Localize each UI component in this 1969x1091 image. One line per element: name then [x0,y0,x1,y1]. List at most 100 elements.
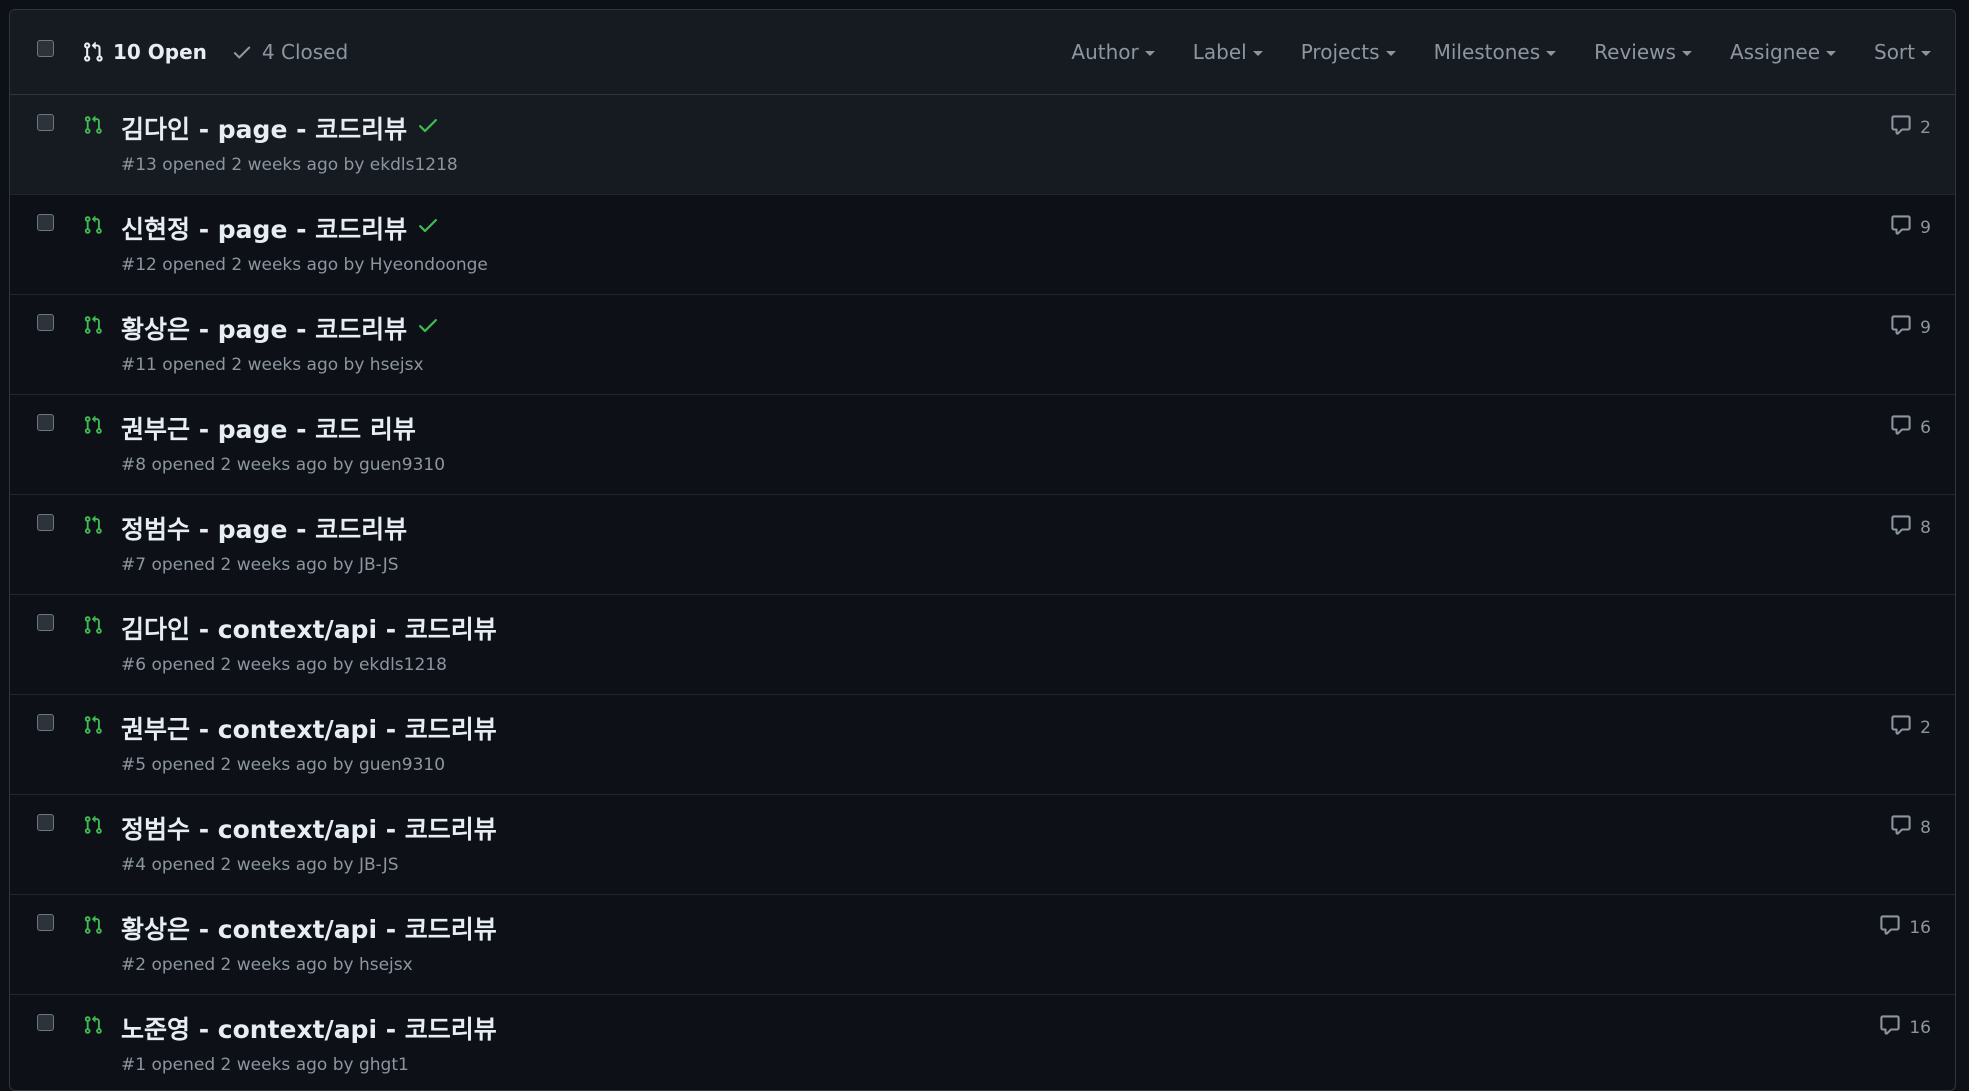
row-checkbox[interactable] [37,814,54,831]
select-all-checkbox[interactable] [37,40,54,57]
pull-request-title-link[interactable]: 신현정 - page - 코드리뷰 [121,210,440,246]
sort-filter[interactable]: Sort [1874,40,1931,64]
pull-request-title: 노준영 - context/api - 코드리뷰 [121,1015,497,1044]
pull-request-title: 황상은 - page - 코드리뷰 [121,315,408,344]
pull-request-row[interactable]: 권부근 - page - 코드 리뷰 #8 opened 2 weeks ago … [10,395,1955,495]
pull-request-number: #1 [121,1055,147,1075]
git-pull-request-icon [83,1014,103,1040]
row-checkbox[interactable] [37,514,54,531]
reviews-filter[interactable]: Reviews [1594,40,1692,64]
comment-count: 8 [1920,817,1931,838]
author-link[interactable]: JB-JS [359,855,399,875]
pull-request-title: 김다인 - context/api - 코드리뷰 [121,615,497,644]
pull-request-number: #8 [121,455,147,475]
comment-count: 6 [1920,417,1931,438]
pull-request-meta: #1 opened 2 weeks ago by ghgt1 [121,1055,409,1075]
row-checkbox[interactable] [37,114,54,131]
pull-request-number: #5 [121,755,147,775]
pull-request-number: #6 [121,655,147,675]
row-checkbox[interactable] [37,714,54,731]
sort-filter-label: Sort [1874,40,1915,64]
label-filter[interactable]: Label [1193,40,1263,64]
comments-link[interactable]: 8 [1890,814,1931,841]
row-checkbox[interactable] [37,214,54,231]
pull-request-number: #2 [121,955,147,975]
pull-request-row[interactable]: 노준영 - context/api - 코드리뷰 #1 opened 2 week… [10,995,1955,1090]
git-pull-request-icon [83,814,103,840]
pull-request-number: #12 [121,255,157,275]
comment-icon [1890,114,1912,141]
pull-request-meta: #8 opened 2 weeks ago by guen9310 [121,455,445,475]
comments-link[interactable]: 9 [1890,214,1931,241]
check-icon [416,313,440,343]
comments-link[interactable]: 2 [1890,114,1931,141]
milestones-filter[interactable]: Milestones [1434,40,1557,64]
pull-request-title-link[interactable]: 정범수 - context/api - 코드리뷰 [121,810,497,846]
comments-link[interactable]: 6 [1890,414,1931,441]
comment-icon [1890,414,1912,441]
author-link[interactable]: ghgt1 [359,1055,409,1075]
pull-request-title-link[interactable]: 황상은 - context/api - 코드리뷰 [121,910,497,946]
pull-request-title-link[interactable]: 권부근 - page - 코드 리뷰 [121,410,416,446]
pull-request-title-link[interactable]: 김다인 - context/api - 코드리뷰 [121,610,497,646]
caret-down-icon [1681,50,1692,56]
author-link[interactable]: hsejsx [370,355,424,375]
row-checkbox[interactable] [37,314,54,331]
git-pull-request-icon [83,114,103,140]
author-link[interactable]: Hyeondoonge [370,255,488,275]
pull-request-row[interactable]: 정범수 - page - 코드리뷰 #7 opened 2 weeks ago b… [10,495,1955,595]
row-checkbox[interactable] [37,914,54,931]
pull-request-title-link[interactable]: 황상은 - page - 코드리뷰 [121,310,440,346]
opened-text: opened 2 weeks ago by [151,855,354,875]
pull-request-meta: #12 opened 2 weeks ago by Hyeondoonge [121,255,488,275]
comments-link[interactable]: 2 [1890,714,1931,741]
caret-down-icon [1826,50,1836,56]
row-checkbox[interactable] [37,1014,54,1031]
pull-request-title-link[interactable]: 권부근 - context/api - 코드리뷰 [121,710,497,746]
pull-request-row[interactable]: 권부근 - context/api - 코드리뷰 #5 opened 2 week… [10,695,1955,795]
open-tab[interactable]: 10 Open [82,40,207,64]
opened-text: opened 2 weeks ago by [162,355,365,375]
pull-request-meta: #2 opened 2 weeks ago by hsejsx [121,955,413,975]
pull-request-meta: #5 opened 2 weeks ago by guen9310 [121,755,445,775]
author-link[interactable]: guen9310 [359,455,445,475]
pull-request-row[interactable]: 황상은 - context/api - 코드리뷰 #2 opened 2 week… [10,895,1955,995]
author-link[interactable]: ekdls1218 [359,655,447,675]
pull-request-meta: #4 opened 2 weeks ago by JB-JS [121,855,399,875]
closed-tab[interactable]: 4 Closed [231,40,348,64]
pull-request-row[interactable]: 신현정 - page - 코드리뷰 #12 opened 2 weeks ago … [10,195,1955,295]
assignee-filter[interactable]: Assignee [1730,40,1836,64]
row-checkbox[interactable] [37,614,54,631]
author-link[interactable]: hsejsx [359,955,413,975]
author-filter[interactable]: Author [1071,40,1155,64]
comments-link[interactable]: 16 [1879,1014,1931,1041]
opened-text: opened 2 weeks ago by [151,955,354,975]
pull-request-meta: #11 opened 2 weeks ago by hsejsx [121,355,424,375]
pull-request-title-link[interactable]: 정범수 - page - 코드리뷰 [121,510,407,546]
comments-link[interactable]: 9 [1890,314,1931,341]
author-link[interactable]: JB-JS [359,555,399,575]
author-link[interactable]: ekdls1218 [370,155,458,175]
list-header: 10 Open 4 Closed Author Label Projects M… [10,10,1955,95]
comments-link[interactable]: 8 [1890,514,1931,541]
assignee-filter-label: Assignee [1729,40,1820,64]
pull-request-rows: 김다인 - page - 코드리뷰 #13 opened 2 weeks ago … [10,95,1955,1090]
git-pull-request-icon [83,514,103,540]
comments-link[interactable]: 16 [1879,914,1931,941]
comment-count: 2 [1920,117,1931,138]
projects-filter[interactable]: Projects [1301,40,1396,64]
git-pull-request-icon [83,414,103,440]
pull-request-row[interactable]: 김다인 - context/api - 코드리뷰 #6 opened 2 week… [10,595,1955,695]
pull-request-title: 권부근 - page - 코드 리뷰 [121,415,416,444]
pull-request-row[interactable]: 황상은 - page - 코드리뷰 #11 opened 2 weeks ago … [10,295,1955,395]
pull-request-title-link[interactable]: 노준영 - context/api - 코드리뷰 [121,1010,497,1046]
row-checkbox[interactable] [37,414,54,431]
pull-request-row[interactable]: 김다인 - page - 코드리뷰 #13 opened 2 weeks ago … [10,95,1955,195]
git-pull-request-icon [83,914,103,940]
pull-request-title-link[interactable]: 김다인 - page - 코드리뷰 [121,110,440,146]
comment-icon [1879,1014,1901,1041]
git-pull-request-icon [83,214,103,240]
pull-request-row[interactable]: 정범수 - context/api - 코드리뷰 #4 opened 2 week… [10,795,1955,895]
author-link[interactable]: guen9310 [359,755,445,775]
filter-bar: Author Label Projects Milestones Reviews… [1033,10,1931,94]
